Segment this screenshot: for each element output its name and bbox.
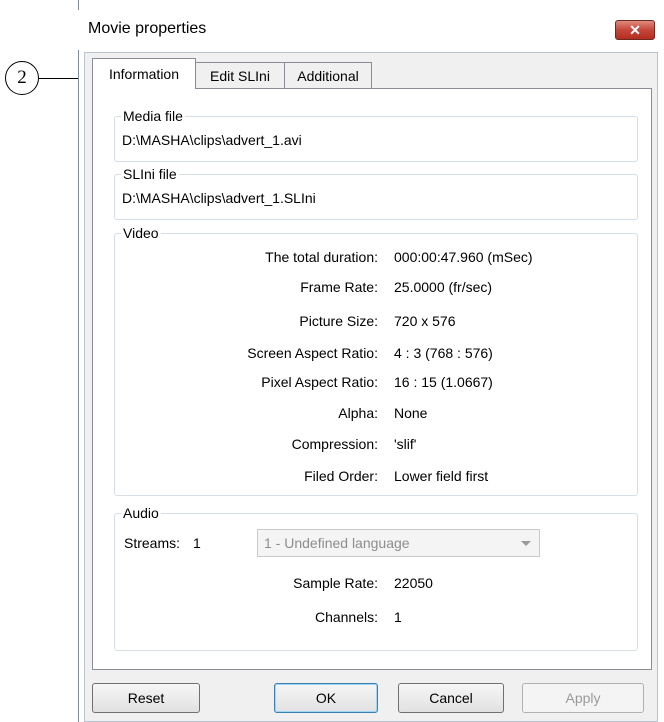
media-file-path: D:\MASHA\clips\advert_1.avi <box>122 132 302 148</box>
window-title: Movie properties <box>88 20 207 37</box>
video-value-pixel-aspect: 16 : 15 (1.0667) <box>394 374 493 390</box>
tab-label: Information <box>108 66 180 82</box>
apply-button[interactable]: Apply <box>522 683 644 713</box>
callout-number: 2 <box>5 61 39 95</box>
tab-additional[interactable]: Additional <box>284 62 372 88</box>
tab-label: Edit SLIni <box>210 67 270 84</box>
tab-information[interactable]: Information <box>92 58 196 89</box>
audio-stream-select[interactable]: 1 - Undefined language <box>257 529 540 557</box>
audio-stream-select-value: 1 - Undefined language <box>264 535 410 551</box>
audio-value-sample-rate: 22050 <box>394 575 433 591</box>
ok-button[interactable]: OK <box>274 683 378 713</box>
cancel-button[interactable]: Cancel <box>398 683 504 713</box>
video-value-alpha: None <box>394 405 428 421</box>
video-value-field-order: Lower field first <box>394 468 489 484</box>
video-label-picture-size: Picture Size: <box>299 313 378 329</box>
video-value-screen-aspect: 4 : 3 (768 : 576) <box>394 345 493 361</box>
audio-value-channels: 1 <box>394 609 402 625</box>
close-button[interactable]: ✕ <box>615 20 655 40</box>
video-label-frame-rate: Frame Rate: <box>300 279 378 295</box>
video-value-compression: 'slif' <box>394 436 417 452</box>
tab-edit-slini[interactable]: Edit SLIni <box>195 62 285 88</box>
audio-streams-label: Streams: <box>124 535 181 551</box>
video-label-pixel-aspect: Pixel Aspect Ratio: <box>261 374 378 390</box>
audio-label-channels: Channels: <box>314 609 378 625</box>
video-label-screen-aspect: Screen Aspect Ratio: <box>247 345 378 361</box>
audio-streams-count: 1 <box>193 535 201 551</box>
slini-file-legend: SLIni file <box>123 166 177 182</box>
video-value-picture-size: 720 x 576 <box>394 313 456 329</box>
video-value-frame-rate: 25.0000 (fr/sec) <box>394 279 493 295</box>
reset-button[interactable]: Reset <box>92 683 200 713</box>
slini-file-path: D:\MASHA\clips\advert_1.SLIni <box>122 190 316 206</box>
close-icon: ✕ <box>629 21 641 38</box>
video-label-compression: Compression: <box>291 436 378 452</box>
video-label-alpha: Alpha: <box>338 405 378 421</box>
video-legend: Video <box>123 225 159 241</box>
tab-label: Additional <box>297 67 359 84</box>
audio-legend: Audio <box>123 505 159 521</box>
video-value-duration: 000:00:47.960 (mSec) <box>394 249 533 265</box>
audio-label-sample-rate: Sample Rate: <box>293 575 378 591</box>
media-file-legend: Media file <box>123 108 183 124</box>
chevron-down-icon <box>521 541 531 546</box>
video-label-field-order: Filed Order: <box>304 468 378 484</box>
video-label-duration: The total duration: <box>265 249 378 265</box>
